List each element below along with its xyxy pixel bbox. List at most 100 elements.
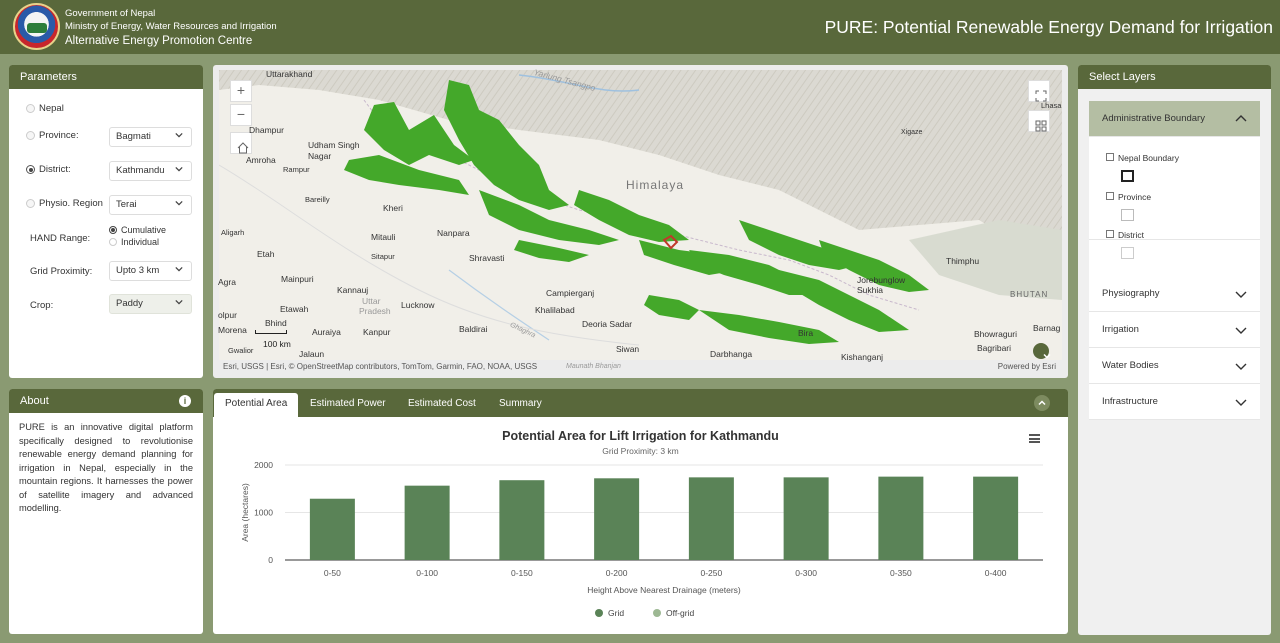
map-label: Thimphu — [946, 256, 980, 266]
expand-panel-button[interactable] — [1033, 343, 1051, 359]
map-label: Barnag — [1033, 323, 1061, 333]
zoom-in-button[interactable]: + — [230, 80, 252, 102]
legend-marker-grid — [595, 609, 603, 617]
map-label: Etah — [257, 249, 275, 259]
individual-radio[interactable] — [109, 238, 117, 246]
crop-label: Crop: — [30, 300, 54, 311]
physio-select[interactable]: Terai — [109, 195, 192, 215]
map-label: Nanpara — [437, 228, 470, 238]
grid-proximity-select[interactable]: Upto 3 km — [109, 261, 192, 281]
map-label: Mainpuri — [281, 274, 314, 284]
admin-boundary-header[interactable]: Administrative Boundary — [1089, 101, 1260, 137]
chevron-down-icon — [1043, 353, 1051, 359]
irrigation-header[interactable]: Irrigation — [1089, 312, 1260, 348]
district-select[interactable]: Kathmandu — [109, 161, 192, 181]
bar-0-200 — [594, 478, 640, 560]
layers-accordion: Administrative Boundary Nepal Boundary P… — [1089, 101, 1260, 420]
map-panel[interactable]: + − Uttarakhand Yarlung Tsangpo Dhampur … — [213, 65, 1068, 378]
x-axis-label: Height Above Nearest Drainage (meters) — [587, 585, 741, 595]
district-checkbox[interactable] — [1106, 230, 1114, 238]
map-label: Bagribari — [977, 343, 1012, 353]
chevron-down-icon — [175, 266, 183, 272]
x-tick-label: 0-250 — [701, 568, 723, 578]
map-label: Campierganj — [546, 288, 595, 298]
physio-radio[interactable] — [26, 199, 35, 208]
bar-0-150 — [499, 480, 545, 560]
chevron-down-icon — [1235, 399, 1247, 406]
map-label: Bira — [798, 328, 814, 338]
about-text: PURE is an innovative digital platform s… — [19, 422, 193, 513]
layers-panel: Select Layers Administrative Boundary Ne… — [1078, 65, 1271, 635]
map-attribution: Esri, USGS | Esri, © OpenStreetMap contr… — [223, 362, 538, 371]
map-label: olpur — [218, 310, 237, 320]
map-label: Mitauli — [371, 232, 396, 242]
irrigation-label: Irrigation — [1102, 324, 1139, 335]
basemap-gallery-button[interactable] — [1028, 110, 1050, 132]
province-select[interactable]: Bagmati — [109, 127, 192, 147]
x-tick-label: 0-400 — [985, 568, 1007, 578]
scale-bar — [255, 330, 287, 334]
province-value: Bagmati — [116, 131, 151, 142]
map-label: Udham Singh — [308, 140, 360, 150]
map-label: Bhind — [265, 318, 287, 328]
province-radio[interactable] — [26, 131, 35, 140]
potential-area-chart: 0 1000 2000 Area (hectares) 0-50 0-100 0-150 0-… — [240, 460, 1043, 618]
nepal-radio[interactable] — [26, 104, 35, 113]
results-panel: Potential Area Estimated Power Estimated… — [213, 389, 1068, 634]
cumulative-label: Cumulative — [121, 225, 167, 235]
map-label: Kishanganj — [841, 352, 884, 362]
map-label: Etawah — [280, 304, 309, 314]
map-canvas[interactable] — [219, 70, 1062, 360]
info-icon[interactable]: i — [179, 395, 191, 407]
map-label: Darbhanga — [710, 349, 753, 359]
gov-line-1: Government of Nepal — [65, 8, 156, 19]
app-title: PURE: Potential Renewable Energy Demand … — [824, 17, 1273, 37]
map-label: Siwan — [616, 344, 640, 354]
map-label: Bareilly — [305, 195, 330, 204]
x-tick-label: 0-150 — [511, 568, 533, 578]
district-value: Kathmandu — [116, 165, 165, 176]
x-tick-label: 0-350 — [890, 568, 912, 578]
infrastructure-header[interactable]: Infrastructure — [1089, 384, 1260, 420]
map-label: Himalaya — [626, 178, 685, 192]
map-label: Nagar — [308, 151, 332, 161]
province-label: Province: — [39, 130, 79, 141]
map-label: Lhasa — [1041, 101, 1062, 110]
cumulative-radio[interactable] — [109, 226, 117, 234]
chevron-down-icon — [175, 132, 183, 138]
map-label: Shravasti — [469, 253, 505, 263]
crop-select[interactable]: Paddy — [109, 294, 192, 314]
bar-0-400 — [973, 476, 1019, 560]
government-emblem-logo — [13, 3, 60, 50]
map-label: BHUTAN — [1010, 290, 1049, 299]
physio-label: Physio. Region — [39, 198, 103, 209]
home-button[interactable] — [230, 132, 252, 154]
physiography-header[interactable]: Physiography — [1089, 276, 1260, 312]
fullscreen-button[interactable] — [1028, 80, 1050, 102]
x-tick-label: 0-200 — [606, 568, 628, 578]
gov-line-3: Alternative Energy Promotion Centre — [65, 35, 253, 47]
bar-0-300 — [783, 477, 829, 560]
home-icon — [237, 142, 249, 154]
province-swatch — [1121, 209, 1134, 221]
nepal-boundary-label: Nepal Boundary — [1118, 153, 1179, 163]
map-label: Jalaun — [299, 349, 325, 359]
gov-line-2: Ministry of Energy, Water Resources and … — [65, 21, 277, 32]
zoom-out-button[interactable]: − — [230, 104, 252, 126]
x-tick-label: 0-300 — [795, 568, 817, 578]
province-checkbox[interactable] — [1106, 192, 1114, 200]
organization-name: Government of Nepal Ministry of Energy, … — [65, 7, 277, 48]
map-label: Amroha — [246, 155, 276, 165]
grid-icon — [1035, 120, 1047, 132]
map-label: Kheri — [383, 203, 403, 213]
about-title-text: About — [20, 395, 49, 407]
hand-range-label: HAND Range: — [30, 233, 91, 244]
legend-marker-off-grid — [653, 609, 661, 617]
nepal-boundary-checkbox[interactable] — [1106, 153, 1114, 161]
water-bodies-header[interactable]: Water Bodies — [1089, 348, 1260, 384]
district-radio[interactable] — [26, 165, 35, 174]
map-label: Sitapur — [371, 252, 395, 261]
physio-value: Terai — [116, 199, 137, 210]
map-label: Xigaze — [901, 129, 923, 136]
map-label: Khalilabad — [535, 305, 575, 315]
